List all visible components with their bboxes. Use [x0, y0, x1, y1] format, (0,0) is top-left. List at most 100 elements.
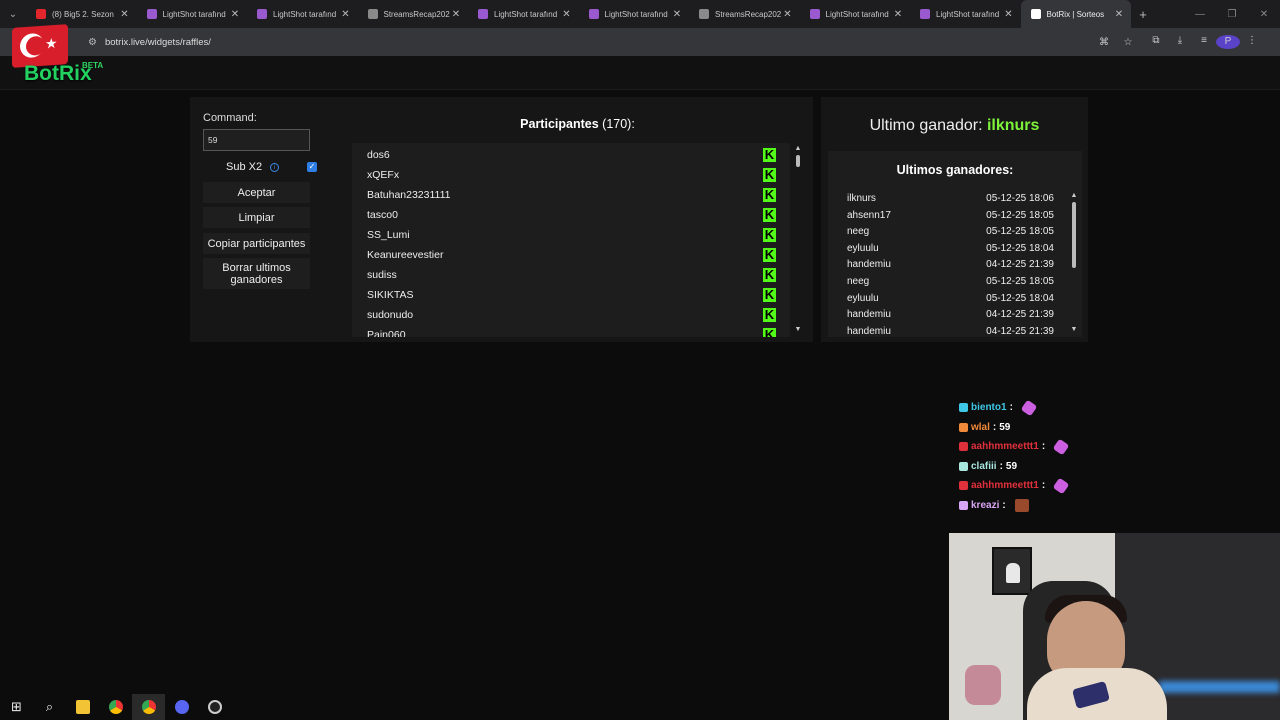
minimize-icon[interactable]: —	[1184, 9, 1216, 20]
accept-button[interactable]: Aceptar	[203, 182, 310, 203]
copy-participants-button[interactable]: Copiar participantes	[203, 233, 310, 254]
download-icon[interactable]: ⤓	[1168, 35, 1192, 49]
tab-close-icon[interactable]: ✕	[450, 9, 462, 20]
extensions-icon[interactable]: ⧉	[1144, 35, 1168, 49]
kick-icon: K	[763, 187, 776, 202]
tab-search-icon[interactable]: ⌄	[0, 0, 26, 28]
browser-toolbar: ⚙ botrix.live/widgets/raffles/ ⌘ ☆ ⧉ ⤓ ≡…	[0, 28, 1280, 56]
browser-tab[interactable]: StreamsRecap202 ✕	[689, 0, 800, 28]
chat-separator: :	[1041, 441, 1046, 453]
command-input[interactable]	[203, 129, 310, 151]
participant-name: SIKIKTAS	[367, 289, 414, 301]
winner-row: eyluulu 05-12-25 18:04	[847, 293, 1057, 310]
participant-name: Batuhan23231111	[367, 189, 451, 201]
sub-x2-checkbox[interactable]: ✓	[307, 162, 317, 172]
participant-row: xQEFx K	[352, 163, 790, 183]
tab-close-icon[interactable]: ✕	[119, 9, 131, 20]
browser-tab[interactable]: (8) Big5 2. Sezon ✕	[26, 0, 137, 28]
delete-winners-button[interactable]: Borrar ultimos ganadores	[203, 258, 310, 289]
scroll-down-icon[interactable]: ▼	[794, 326, 802, 333]
beta-badge: BETA	[82, 61, 104, 70]
window-controls: — ❐ ✕	[1184, 9, 1280, 20]
tab-close-icon[interactable]: ✕	[1113, 9, 1125, 20]
bookmark-star-icon[interactable]: ☆	[1116, 37, 1140, 48]
browser-tab[interactable]: LightShot tarafınd ✕	[579, 0, 690, 28]
tab-favicon-icon	[257, 9, 267, 19]
tab-close-icon[interactable]: ✕	[561, 9, 573, 20]
chat-separator: :	[992, 421, 997, 433]
participant-name: dos6	[367, 149, 390, 161]
winner-name: neeg	[847, 226, 870, 238]
clear-button[interactable]: Limpiar	[203, 207, 310, 228]
obs-icon[interactable]	[198, 694, 231, 720]
kick-icon: K	[763, 147, 776, 162]
participants-list[interactable]: dos6 KxQEFx K Batuhan23231111 Ktasco0 K SS…	[352, 143, 790, 337]
tab-favicon-icon	[588, 9, 599, 19]
winner-name: eyluulu	[847, 242, 879, 254]
kick-icon: K	[763, 207, 776, 222]
winners-scrollbar[interactable]: ▲ ▼	[1070, 192, 1078, 337]
participant-name: SS_Lumi	[367, 229, 410, 241]
close-window-icon[interactable]: ✕	[1248, 9, 1280, 20]
restore-icon[interactable]: ❐	[1216, 9, 1248, 20]
kick-icon: K	[763, 267, 776, 282]
tab-favicon-icon	[367, 9, 378, 19]
browser-tab[interactable]: StreamsRecap202 ✕	[358, 0, 469, 28]
browser-tab[interactable]: BotRix | Sorteos ✕	[1020, 0, 1131, 28]
profile-initial: P	[1216, 35, 1240, 49]
winner-date: 05-12-25 18:06	[986, 193, 1054, 204]
search-icon[interactable]: ⌕	[33, 694, 66, 720]
winner-date: 04-12-25 21:39	[986, 259, 1054, 271]
new-tab-icon[interactable]: +	[1131, 7, 1155, 22]
translate-icon[interactable]: ⌘	[1092, 37, 1116, 48]
participant-row: SS_Lumi K	[352, 223, 790, 243]
tab-title: BotRix | Sorteos	[1046, 9, 1105, 19]
winner-date: 05-12-25 18:04	[986, 292, 1054, 304]
tab-favicon-icon	[809, 9, 820, 19]
address-bar[interactable]: ⚙ botrix.live/widgets/raffles/ ⌘ ☆	[80, 31, 1140, 53]
winner-date: 04-12-25 21:39	[986, 325, 1054, 337]
browser-tab[interactable]: LightShot tarafınd ✕	[800, 0, 911, 28]
winner-row: handemiu 04-12-25 21:39	[847, 309, 1057, 326]
menu-icon[interactable]: ⋮	[1240, 35, 1264, 49]
winner-name: handemiu	[847, 325, 891, 337]
discord-icon[interactable]	[165, 694, 198, 720]
scroll-up-icon[interactable]: ▲	[794, 145, 802, 152]
profile-avatar[interactable]: P	[1216, 35, 1240, 49]
participants-label: Participantes	[520, 117, 599, 131]
site-header	[0, 56, 1280, 90]
chrome-icon[interactable]	[99, 694, 132, 720]
info-icon[interactable]: i	[270, 163, 279, 172]
participant-name: Keanureevestier	[367, 249, 444, 261]
browser-tab[interactable]: LightShot tarafınd ✕	[247, 0, 358, 28]
browser-tab[interactable]: LightShot tarafınd ✕	[910, 0, 1021, 28]
winners-list[interactable]: Ultimos ganadores: ilknurs 05-12-25 18:0…	[828, 151, 1082, 337]
url-text: botrix.live/widgets/raffles/	[104, 36, 211, 48]
participant-row: Keanureevestier K	[352, 243, 790, 263]
file-explorer-icon[interactable]	[66, 694, 99, 720]
address-bar-icons: ⌘ ☆	[1092, 37, 1140, 48]
browser-tab[interactable]: LightShot tarafınd ✕	[468, 0, 579, 28]
tab-close-icon[interactable]: ✕	[671, 9, 683, 20]
scroll-up-icon[interactable]: ▲	[1070, 192, 1078, 199]
media-icon[interactable]: ≡	[1192, 35, 1216, 49]
scroll-down-icon[interactable]: ▼	[1070, 326, 1078, 333]
winner-name: eyluulu	[847, 292, 879, 304]
site-info-icon[interactable]: ⚙	[88, 37, 97, 48]
chat-message: wlal : 59	[959, 418, 1067, 438]
tab-favicon-icon	[478, 9, 488, 19]
browser-tab[interactable]: LightShot tarafınd ✕	[137, 0, 248, 28]
chrome-active-icon[interactable]	[132, 694, 165, 720]
participant-row: SIKIKTAS K	[352, 283, 790, 303]
scroll-thumb[interactable]	[1072, 202, 1076, 268]
chat-badge-icon	[959, 422, 968, 432]
tab-close-icon[interactable]: ✕	[340, 9, 352, 20]
scroll-thumb[interactable]	[796, 155, 800, 167]
windows-start-icon[interactable]: ⊞	[0, 694, 33, 720]
tab-close-icon[interactable]: ✕	[229, 9, 241, 20]
tab-close-icon[interactable]: ✕	[782, 9, 794, 20]
tab-close-icon[interactable]: ✕	[1003, 9, 1015, 20]
participants-scrollbar[interactable]: ▲ ▼	[794, 143, 802, 337]
chat-badge-icon	[959, 481, 968, 491]
tab-close-icon[interactable]: ✕	[892, 9, 904, 20]
